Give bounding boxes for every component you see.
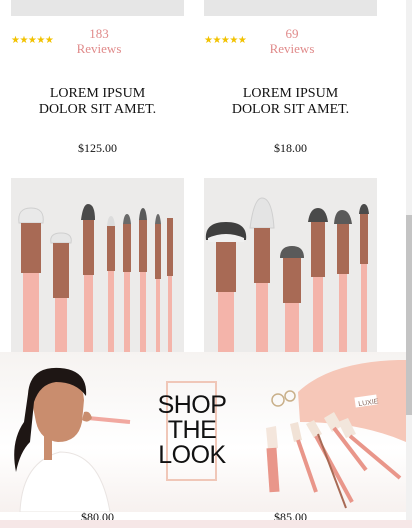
product-title-line: LOREM IPSUM bbox=[242, 86, 339, 101]
look-line: LOOK bbox=[158, 441, 226, 469]
product-title-1[interactable]: LOREM IPSUM DOLOR SIT AMET. bbox=[11, 86, 184, 118]
brush-icon bbox=[139, 208, 147, 353]
rating-row-2: ★★★★★ 69 Reviews bbox=[204, 26, 377, 60]
shop-the-look-heading[interactable]: SHOP THE LOOK bbox=[147, 393, 237, 468]
reviews-link-1[interactable]: 183 Reviews bbox=[69, 26, 129, 56]
product-image-4[interactable] bbox=[204, 178, 377, 353]
reviews-label: Reviews bbox=[269, 41, 315, 56]
scrollbar-thumb[interactable] bbox=[406, 215, 412, 415]
star-rating-icon: ★★★★★ bbox=[204, 35, 247, 46]
ring-icon bbox=[271, 393, 285, 407]
reviews-link-2[interactable]: 69 Reviews bbox=[262, 26, 322, 56]
reviews-count: 183 bbox=[89, 26, 109, 41]
model-illustration bbox=[14, 367, 131, 512]
brush-icon bbox=[123, 214, 131, 353]
brush-set-image bbox=[204, 178, 377, 353]
star-rating-icon: ★★★★★ bbox=[11, 35, 54, 46]
brush-icon bbox=[107, 216, 115, 353]
product-price-2: $18.00 bbox=[274, 141, 307, 155]
product-image-1-top[interactable] bbox=[11, 0, 184, 16]
bottom-strip bbox=[0, 520, 412, 528]
rating-row-1: ★★★★★ 183 Reviews bbox=[11, 26, 184, 60]
shop-the-look-banner[interactable]: LUXIE SHOP THE LOOK bbox=[0, 352, 406, 512]
product-image-3[interactable] bbox=[11, 178, 184, 353]
the-line: THE bbox=[167, 416, 217, 444]
product-title-line: DOLOR SIT AMET. bbox=[38, 102, 157, 117]
product-image-2-top[interactable] bbox=[204, 0, 377, 16]
product-title-2[interactable]: LOREM IPSUM DOLOR SIT AMET. bbox=[204, 86, 377, 118]
product-title-line: DOLOR SIT AMET. bbox=[231, 102, 350, 117]
shop-line: SHOP bbox=[157, 391, 227, 419]
product-price-1: $125.00 bbox=[78, 141, 117, 155]
reviews-label: Reviews bbox=[76, 41, 122, 56]
ring-icon bbox=[284, 390, 296, 402]
brush-set-image bbox=[11, 178, 184, 353]
reviews-count: 69 bbox=[285, 26, 299, 41]
product-title-line: LOREM IPSUM bbox=[49, 86, 146, 101]
